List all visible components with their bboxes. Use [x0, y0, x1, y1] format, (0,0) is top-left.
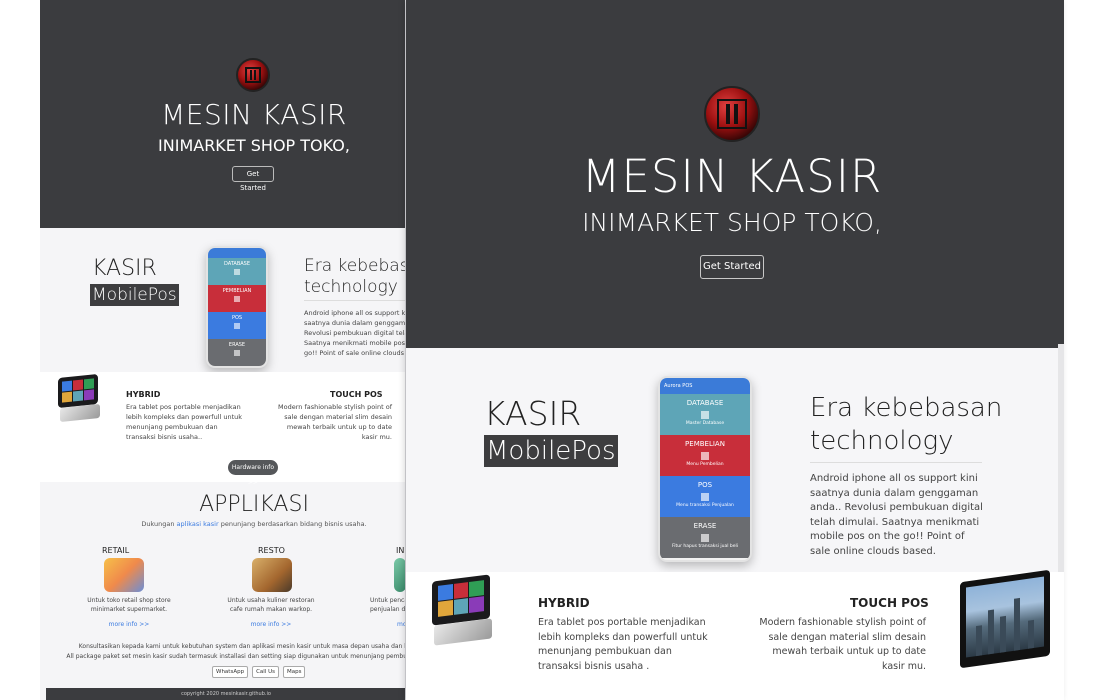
- phone-tile-erase: ERASE Fitur hapus transaksi jual beli: [660, 517, 750, 558]
- category-resto-title: RESTO: [258, 546, 285, 555]
- footer-consult-text: Konsultasikan kepada kami untuk kebutuha…: [66, 643, 406, 660]
- resto-illustration-icon: [252, 558, 292, 592]
- third-illustration-icon: [394, 558, 405, 592]
- retail-more-info-link[interactable]: more info >>: [84, 621, 174, 628]
- category-third-title: IN: [396, 546, 405, 555]
- tablet-pos-image-icon: [432, 574, 490, 626]
- resto-more-info-link[interactable]: more info >>: [226, 621, 316, 628]
- database-icon: [234, 269, 240, 275]
- large-page-preview: MESIN KASIR INIMARKET SHOP TOKO, Get Sta…: [406, 0, 1064, 700]
- large-hero: MESIN KASIR INIMARKET SHOP TOKO, Get Sta…: [406, 0, 1064, 348]
- footer-copyright: copyright 2020 mesinkasir.github.io: [46, 688, 405, 700]
- small-touchpos-desc: Modern fashionable stylish point of sale…: [278, 403, 392, 441]
- maps-button[interactable]: Maps: [282, 666, 306, 678]
- phone-tile-database: DATABASE Master Database: [660, 394, 750, 435]
- phone-mockup: Aurora POS DATABASE Master Database PEMBE…: [658, 376, 752, 562]
- screenshot-stage: MESIN KASIR INIMARKET SHOP TOKO, Get Sta…: [0, 0, 1100, 700]
- category-retail-desc: Untuk toko retail shop store minimarket …: [87, 597, 171, 613]
- kasir-heading: KASIR: [484, 394, 582, 433]
- small-touchpos-title: TOUCH POS: [330, 390, 383, 399]
- retail-illustration-icon: [104, 558, 144, 592]
- large-hero-subtitle: INIMARKET SHOP TOKO,: [582, 208, 882, 237]
- cart-icon: [701, 452, 709, 460]
- tablet-stand: [60, 403, 100, 423]
- small-hardware-band: HYBRID Era tablet pos portable menjadika…: [40, 372, 405, 482]
- phone-tile-pembelian: PEMBELIAN Menu Pembelian: [660, 435, 750, 476]
- whatsapp-button[interactable]: WhatsApp: [212, 666, 249, 678]
- small-phone-mockup: DATABASE PEMBELIAN POS ERASE: [206, 246, 268, 368]
- phone-tile-pos: POS: [208, 312, 266, 339]
- logo-emblem-icon: [236, 58, 270, 92]
- touch-monitor-image-icon: [960, 569, 1050, 669]
- phone-tile-database: DATABASE: [208, 258, 266, 285]
- small-page-preview: MESIN KASIR INIMARKET SHOP TOKO, Get Sta…: [40, 0, 406, 700]
- hardware-info-button[interactable]: Hardware info >>: [228, 460, 278, 486]
- logo-emblem-icon: [704, 86, 760, 142]
- tablet-pos-image-icon: [58, 373, 98, 409]
- get-started-button[interactable]: Get Started: [700, 255, 764, 279]
- category-third-desc: Untuk penca penjualan d: [370, 597, 406, 613]
- small-hybrid-desc: Era tablet pos portable menjadikan lebih…: [126, 403, 243, 441]
- small-era-heading: Era kebebasan technology: [304, 256, 405, 297]
- hybrid-title: HYBRID: [538, 596, 590, 610]
- footer-contact-buttons: WhatsApp Call Us Maps: [212, 666, 306, 678]
- divider: [810, 462, 982, 463]
- divider: [304, 300, 405, 301]
- pos-icon: [234, 323, 240, 329]
- hardware-band: HYBRID Era tablet pos portable menjadika…: [406, 569, 1064, 700]
- small-hero-subtitle: INIMARKET SHOP TOKO,: [158, 136, 350, 155]
- pos-icon: [701, 493, 709, 501]
- phone-tile-pos: POS Menu transaksi Penjualan: [660, 476, 750, 517]
- era-description: Android iphone all os support kini saatn…: [810, 473, 983, 557]
- applikasi-heading: APPLIKASI: [199, 492, 309, 517]
- small-kasir-heading: KASIR: [92, 256, 157, 281]
- trash-icon: [701, 534, 709, 542]
- era-heading: Era kebebasan technology: [810, 393, 1003, 456]
- small-get-started-button[interactable]: Get Started: [232, 166, 274, 192]
- call-us-button[interactable]: Call Us: [252, 666, 279, 678]
- category-resto-desc: Untuk usaha kuliner restoran cafe rumah …: [227, 597, 315, 613]
- phone-app-bar: Aurora POS: [660, 378, 750, 394]
- small-hybrid-title: HYBRID: [126, 390, 161, 399]
- phone-tile-pembelian: PEMBELIAN: [208, 285, 266, 312]
- hybrid-desc: Era tablet pos portable menjadikan lebih…: [538, 617, 708, 672]
- aplikasi-kasir-link[interactable]: aplikasi kasir: [177, 520, 219, 528]
- large-hero-title: MESIN KASIR: [581, 150, 883, 203]
- applikasi-subtitle: Dukungan aplikasi kasir penunjang berdas…: [141, 520, 367, 528]
- database-icon: [701, 411, 709, 419]
- small-era-description: Android iphone all os support kini saatn…: [304, 309, 406, 357]
- touchpos-desc: Modern fashionable stylish point of sale…: [759, 617, 926, 672]
- phone-app-bar: [208, 248, 266, 258]
- category-retail-title: RETAIL: [102, 546, 130, 555]
- small-mobilepos-label: MobilePos: [90, 284, 179, 306]
- touchpos-title: TOUCH POS: [850, 596, 929, 610]
- third-more-info-link[interactable]: mo: [397, 621, 405, 628]
- trash-icon: [234, 350, 240, 356]
- small-hero: MESIN KASIR INIMARKET SHOP TOKO, Get Sta…: [40, 0, 405, 228]
- mobilepos-label: MobilePos: [484, 435, 618, 467]
- phone-tile-erase: ERASE: [208, 339, 266, 366]
- small-hero-title: MESIN KASIR: [161, 98, 347, 131]
- cart-icon: [234, 296, 240, 302]
